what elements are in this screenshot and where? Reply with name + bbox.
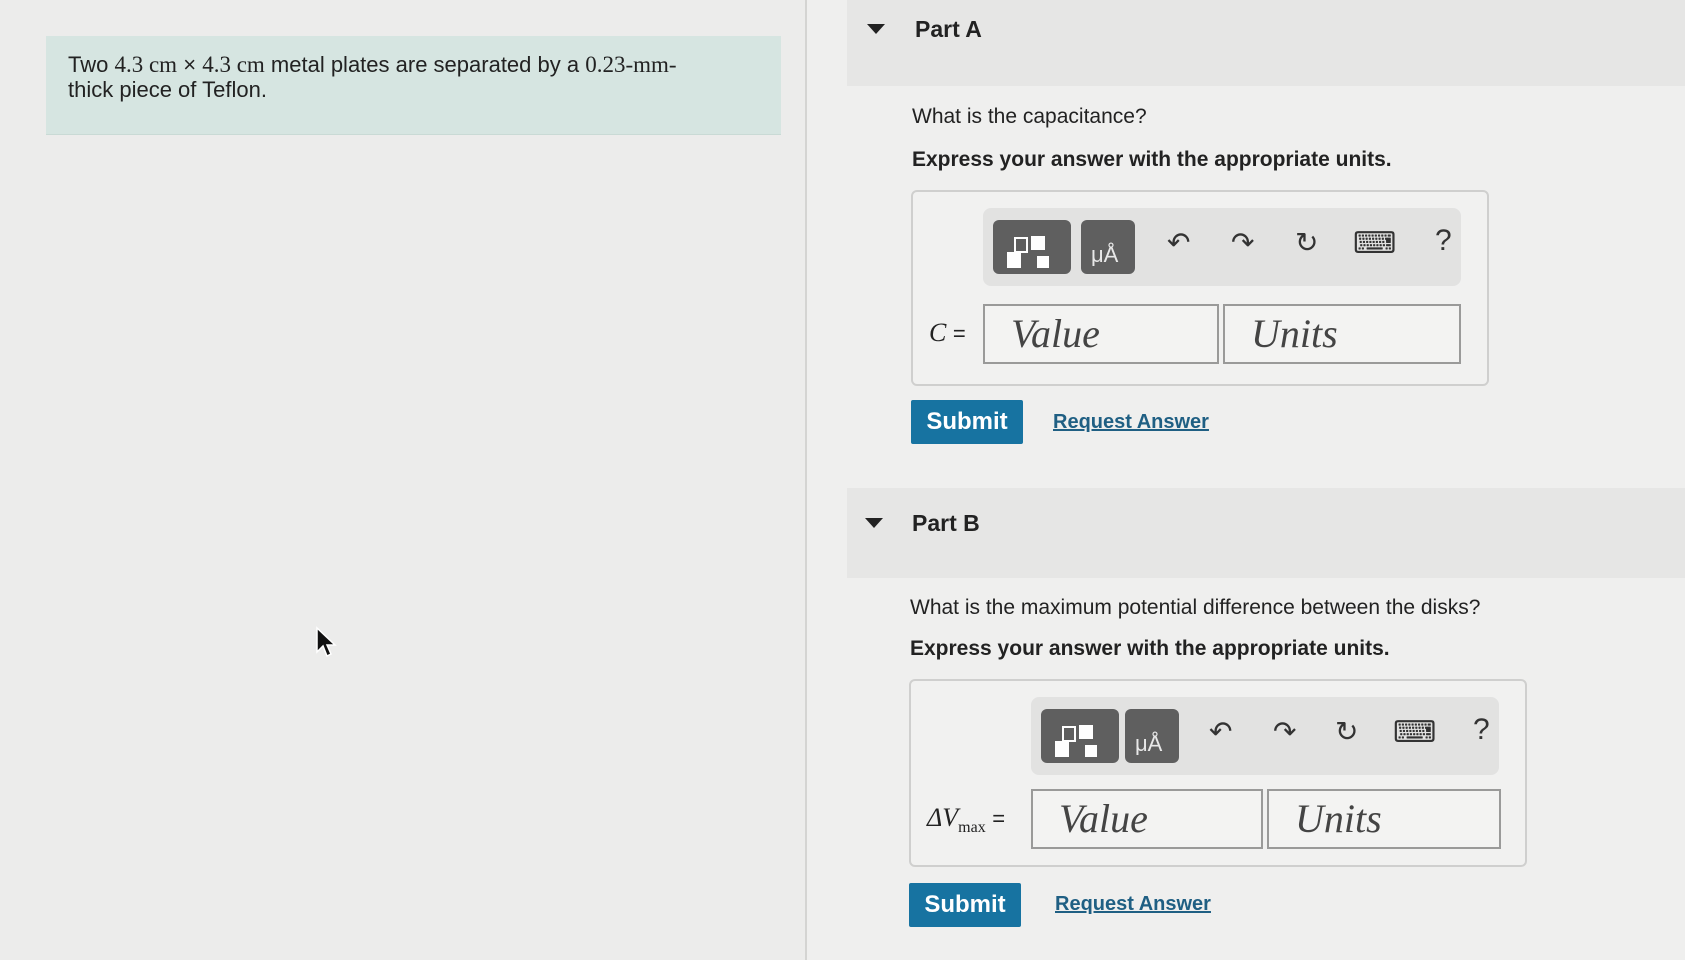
part-b-variable-label: ΔVmax = bbox=[927, 803, 1005, 837]
part-b-question: What is the maximum potential difference… bbox=[910, 596, 1481, 619]
answer-pane: Part A What is the capacitance? Express … bbox=[807, 0, 1685, 960]
part-a-question: What is the capacitance? bbox=[912, 105, 1147, 128]
templates-button[interactable] bbox=[993, 220, 1071, 274]
templates-icon bbox=[1055, 725, 1097, 757]
teflon-thickness: 0.23-mm- bbox=[585, 52, 677, 77]
part-a-variable: C bbox=[929, 318, 947, 347]
part-a-math-toolbar: μÅ ↶ ↷ ↻ ⌨ ? bbox=[983, 208, 1461, 286]
units-button[interactable]: μÅ bbox=[1081, 220, 1135, 274]
plate-dimension-1: 4.3 cm bbox=[114, 52, 178, 77]
problem-statement-box: Two 4.3 cm × 4.3 cm metal plates are sep… bbox=[46, 36, 781, 135]
part-a-instruction: Express your answer with the appropriate… bbox=[912, 148, 1392, 171]
part-b-math-toolbar: μÅ ↶ ↷ ↻ ⌨ ? bbox=[1031, 697, 1499, 775]
part-a-header-band[interactable] bbox=[847, 0, 1685, 86]
part-b-submit-button[interactable]: Submit bbox=[909, 883, 1021, 927]
units-icon: μÅ bbox=[1091, 242, 1119, 267]
part-a-submit-button[interactable]: Submit bbox=[911, 400, 1023, 444]
templates-icon bbox=[1007, 236, 1049, 268]
units-icon: μÅ bbox=[1135, 731, 1163, 756]
keyboard-icon[interactable]: ⌨ bbox=[1353, 226, 1396, 261]
keyboard-icon[interactable]: ⌨ bbox=[1393, 715, 1436, 750]
problem-text-end: thick piece of Teflon. bbox=[68, 77, 267, 102]
plate-dimension-2: 4.3 cm bbox=[202, 52, 265, 77]
collapse-caret-icon[interactable] bbox=[867, 24, 885, 34]
templates-button[interactable] bbox=[1041, 709, 1119, 763]
help-icon[interactable]: ? bbox=[1473, 713, 1490, 747]
redo-icon[interactable]: ↷ bbox=[1231, 226, 1254, 259]
problem-pane: Two 4.3 cm × 4.3 cm metal plates are sep… bbox=[0, 0, 805, 960]
part-b-variable-subscript: max bbox=[958, 819, 986, 837]
units-button[interactable]: μÅ bbox=[1125, 709, 1179, 763]
part-a-answer-box: μÅ ↶ ↷ ↻ ⌨ ? C = Value Units bbox=[911, 190, 1489, 386]
part-b-request-answer-link[interactable]: Request Answer bbox=[1055, 893, 1211, 916]
part-b-value-input[interactable]: Value bbox=[1031, 789, 1263, 849]
problem-text-middle: metal plates are separated by a bbox=[264, 52, 586, 77]
part-b-equals: = bbox=[992, 806, 1006, 831]
mouse-cursor-icon bbox=[316, 626, 337, 658]
part-b-units-input[interactable]: Units bbox=[1267, 789, 1501, 849]
reset-icon[interactable]: ↻ bbox=[1335, 715, 1358, 748]
part-b-instruction: Express your answer with the appropriate… bbox=[910, 637, 1390, 660]
problem-statement: Two 4.3 cm × 4.3 cm metal plates are sep… bbox=[68, 52, 758, 102]
part-b-variable: ΔV bbox=[927, 803, 959, 832]
part-a-units-input[interactable]: Units bbox=[1223, 304, 1461, 364]
reset-icon[interactable]: ↻ bbox=[1295, 226, 1318, 259]
part-a-request-answer-link[interactable]: Request Answer bbox=[1053, 411, 1209, 434]
undo-icon[interactable]: ↶ bbox=[1209, 715, 1232, 748]
part-a-equals: = bbox=[952, 321, 966, 346]
part-b-answer-box: μÅ ↶ ↷ ↻ ⌨ ? ΔVmax = Value Units bbox=[909, 679, 1527, 867]
part-a-value-input[interactable]: Value bbox=[983, 304, 1219, 364]
undo-icon[interactable]: ↶ bbox=[1167, 226, 1190, 259]
problem-text-start: Two bbox=[68, 52, 115, 77]
help-icon[interactable]: ? bbox=[1435, 224, 1452, 258]
part-b-title[interactable]: Part B bbox=[912, 510, 980, 537]
times-symbol: × bbox=[183, 52, 197, 77]
part-a-variable-label: C = bbox=[929, 318, 966, 348]
collapse-caret-icon[interactable] bbox=[865, 518, 883, 528]
part-a-title[interactable]: Part A bbox=[915, 16, 982, 43]
redo-icon[interactable]: ↷ bbox=[1273, 715, 1296, 748]
